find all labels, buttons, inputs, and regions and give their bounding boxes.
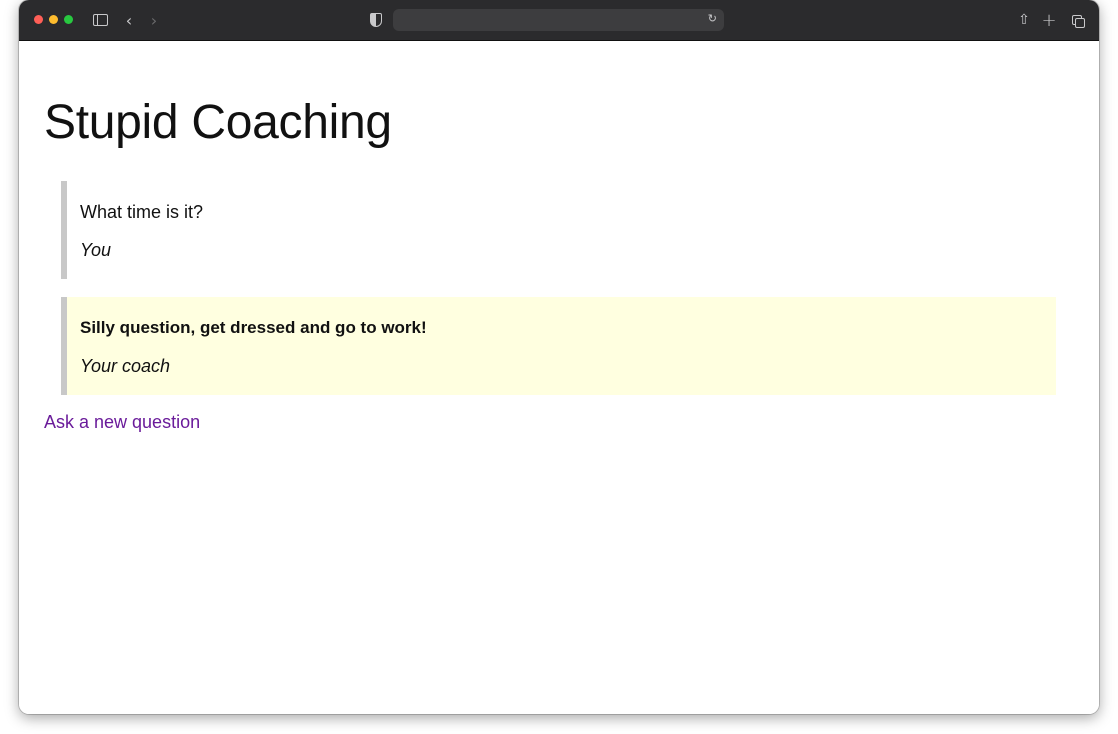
shield-icon[interactable] [369,10,383,30]
address-bar[interactable]: ↻ [393,9,724,31]
page-title: Stupid Coaching [44,96,392,149]
zoom-window-button[interactable] [64,15,73,24]
sidebar-toggle-icon[interactable] [92,10,108,30]
browser-window: ‹ › ↻ ⇧ + Stupid Coaching What time is i… [19,0,1099,714]
chevron-right-icon[interactable]: › [147,10,161,30]
minimize-window-button[interactable] [49,15,58,24]
share-icon[interactable]: ⇧ [1016,10,1032,30]
answer-text: Silly question, get dressed and go to wo… [80,318,427,337]
question-blockquote: What time is it? You [61,181,1056,279]
answer-author: Your coach [80,356,171,376]
question-author: You [80,240,112,260]
question-text: What time is it? [80,202,204,222]
browser-toolbar: ‹ › ↻ ⇧ + [19,0,1099,41]
tab-overview-icon[interactable] [1069,10,1085,30]
answer-blockquote: Silly question, get dressed and go to wo… [61,297,1056,395]
plus-icon[interactable]: + [1041,10,1057,31]
ask-new-question-link[interactable]: Ask a new question [44,411,200,433]
reload-icon[interactable]: ↻ [708,12,717,25]
chevron-left-icon[interactable]: ‹ [122,10,136,30]
page-content: Stupid Coaching What time is it? You Sil… [19,41,1099,714]
screen: ‹ › ↻ ⇧ + Stupid Coaching What time is i… [0,0,1118,734]
close-window-button[interactable] [34,15,43,24]
